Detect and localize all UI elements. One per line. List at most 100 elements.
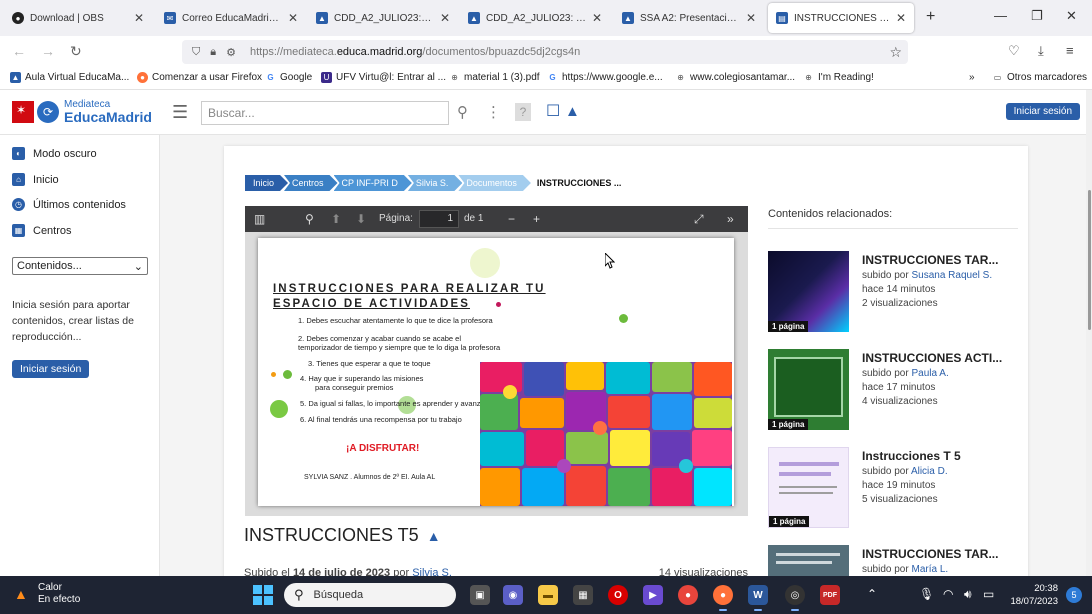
breadcrumb-item[interactable]: Documentos bbox=[458, 175, 531, 191]
related-thumbnail[interactable]: 1 página bbox=[768, 251, 849, 332]
breadcrumb-item[interactable]: Centros bbox=[284, 175, 338, 191]
url-text[interactable]: https://mediateca.educa.madrid.org/docum… bbox=[250, 46, 580, 58]
bookmark-item[interactable]: ● Comenzar a usar Firefox bbox=[137, 72, 262, 83]
sidebar-login-button[interactable]: Iniciar sesión bbox=[12, 360, 90, 378]
back-icon[interactable]: ← bbox=[12, 43, 26, 59]
related-title[interactable]: INSTRUCCIONES TAR... bbox=[862, 253, 1016, 267]
system-clock[interactable]: 20:38 18/07/2023 bbox=[1010, 582, 1058, 608]
scrollbar-thumb[interactable] bbox=[1088, 190, 1091, 330]
other-bookmarks[interactable]: ▭ Otros marcadores bbox=[992, 72, 1087, 83]
browser-tab[interactable]: ● Download | OBS ✕ bbox=[4, 3, 152, 33]
bookmark-item[interactable]: ⊕ material 1 (3).pdf bbox=[449, 72, 540, 83]
sidebar-item-latest[interactable]: ◷ Últimos contenidos bbox=[12, 198, 126, 211]
bookmarks-overflow-icon[interactable]: » bbox=[969, 72, 975, 83]
bookmark-item[interactable]: G Google bbox=[265, 72, 312, 83]
sidebar-item-centers[interactable]: ▦ Centros bbox=[12, 224, 72, 237]
media-player-icon[interactable]: ▶ bbox=[643, 585, 663, 605]
file-explorer-icon[interactable]: ▬ bbox=[538, 585, 558, 605]
volume-icon[interactable]: 🔊︎ bbox=[964, 587, 972, 602]
related-author-link[interactable]: Alicia D. bbox=[911, 466, 948, 477]
help-icon[interactable]: ? bbox=[515, 103, 531, 121]
graduation-cap-icon[interactable]: ▲ bbox=[565, 103, 580, 120]
weather-widget[interactable]: ▲ Calor En efecto bbox=[14, 582, 80, 606]
pdf-reader-icon[interactable]: PDF bbox=[820, 585, 840, 605]
restore-icon[interactable]: ❐ bbox=[1031, 8, 1043, 24]
close-icon[interactable]: ✕ bbox=[592, 11, 602, 25]
presentation-mode-icon[interactable]: ⤢ bbox=[694, 212, 704, 227]
related-item[interactable]: INSTRUCCIONES TAR... subido por María L. bbox=[768, 545, 1018, 576]
teams-chat-icon[interactable]: ◉ bbox=[503, 585, 523, 605]
bookmark-item[interactable]: U UFV Virtu@l: Entrar al ... bbox=[321, 72, 446, 83]
related-title[interactable]: INSTRUCCIONES ACTI... bbox=[862, 351, 1016, 365]
zoom-in-button[interactable]: + bbox=[533, 212, 540, 226]
related-item[interactable]: 1 página INSTRUCCIONES TAR... subido por… bbox=[768, 251, 1018, 335]
close-icon[interactable]: ✕ bbox=[134, 11, 144, 25]
sidebar-item-dark-mode[interactable]: ◐ Modo oscuro bbox=[12, 147, 97, 160]
notification-badge[interactable]: 5 bbox=[1066, 587, 1082, 603]
opera-icon[interactable]: O bbox=[608, 585, 628, 605]
zoom-out-button[interactable]: − bbox=[508, 212, 515, 226]
forward-icon[interactable]: → bbox=[41, 43, 55, 59]
sidebar-item-home[interactable]: ⌂ Inicio bbox=[12, 173, 59, 186]
tools-icon[interactable]: » bbox=[727, 212, 734, 226]
related-author-link[interactable]: Susana Raquel S. bbox=[911, 270, 992, 281]
bookmark-item[interactable]: Ghttps://www.google.e... bbox=[547, 72, 663, 83]
browser-tab[interactable]: ▲ SSA A2: Presentación esp ✕ bbox=[614, 3, 764, 33]
app-menu-icon[interactable]: ≡ bbox=[1066, 43, 1074, 58]
breadcrumb-item[interactable]: Inicio bbox=[245, 175, 288, 191]
related-thumbnail[interactable] bbox=[768, 545, 849, 576]
page-number-input[interactable]: 1 bbox=[419, 210, 459, 228]
bookmark-item[interactable]: ▲ Aula Virtual EducaMa... bbox=[10, 72, 129, 83]
next-page-icon[interactable]: ⬇ bbox=[356, 212, 366, 226]
search-icon[interactable]: ⚲ bbox=[457, 103, 468, 121]
browser-tab[interactable]: ▲ CDD_A2_JULIO23: Entrega ✕ bbox=[308, 3, 458, 33]
close-icon[interactable]: ✕ bbox=[288, 11, 298, 25]
address-bar[interactable]: ⛉ 🔒︎ ⚙ https://mediateca.educa.madrid.or… bbox=[182, 40, 908, 64]
find-icon[interactable]: ⚲ bbox=[305, 212, 314, 226]
minimize-icon[interactable]: — bbox=[994, 8, 1007, 23]
related-thumbnail[interactable]: 1 página bbox=[768, 349, 849, 430]
permissions-icon[interactable]: ⚙ bbox=[226, 46, 236, 59]
show-hidden-icons-icon[interactable]: ⌃ bbox=[867, 587, 877, 601]
new-tab-button[interactable]: + bbox=[926, 8, 935, 26]
breadcrumb-item[interactable]: CP INF-PRI D bbox=[334, 175, 412, 191]
related-title[interactable]: Instrucciones T 5 bbox=[862, 449, 1016, 463]
search-input[interactable] bbox=[201, 101, 449, 125]
store-icon[interactable]: ▦ bbox=[573, 585, 593, 605]
bookmark-star-icon[interactable]: ☆ bbox=[889, 44, 902, 61]
wifi-icon[interactable]: ◠ bbox=[943, 587, 953, 601]
obs-icon[interactable]: ◎ bbox=[785, 585, 805, 611]
related-thumbnail[interactable]: 1 página bbox=[768, 447, 849, 528]
previous-page-icon[interactable]: ⬆ bbox=[331, 212, 341, 226]
login-button[interactable]: Iniciar sesión bbox=[1005, 103, 1080, 120]
related-item[interactable]: 1 página Instrucciones T 5 subido por Al… bbox=[768, 447, 1018, 531]
bookmark-item[interactable]: ⊕ www.colegiosantamar... bbox=[675, 72, 795, 83]
word-icon[interactable]: W bbox=[748, 585, 768, 611]
reload-icon[interactable]: ↻ bbox=[70, 43, 82, 60]
shield-icon[interactable]: ⛉ bbox=[192, 46, 200, 59]
browser-tab[interactable]: ✉ Correo EducaMadrid :: Re ✕ bbox=[156, 3, 306, 33]
chrome-icon[interactable]: ● bbox=[678, 585, 698, 605]
related-author-link[interactable]: Paula A. bbox=[911, 368, 948, 379]
pocket-icon[interactable]: ♡ bbox=[1008, 43, 1020, 59]
firefox-icon[interactable]: ● bbox=[713, 585, 733, 611]
related-author-link[interactable]: María L. bbox=[911, 564, 948, 575]
breadcrumb-item[interactable]: Silvia S. bbox=[408, 175, 463, 191]
battery-icon[interactable]: ▭ bbox=[983, 587, 994, 601]
close-icon[interactable]: ✕ bbox=[440, 11, 450, 25]
bookmark-item[interactable]: ⊕ I'm Reading! bbox=[803, 72, 874, 83]
browser-tab-active[interactable]: ▤ INSTRUCCIONES T5 | Me ✕ bbox=[768, 3, 914, 33]
related-title[interactable]: INSTRUCCIONES TAR... bbox=[862, 547, 1016, 561]
hamburger-menu-icon[interactable]: ☰ bbox=[172, 102, 188, 123]
educamadrid-logo[interactable]: ⟳ Mediateca EducaMadrid bbox=[12, 100, 152, 124]
task-view-icon[interactable]: ▣ bbox=[470, 585, 490, 605]
close-icon[interactable]: ✕ bbox=[746, 11, 756, 25]
pdf-viewer[interactable]: INSTRUCCIONES PARA REALIZAR TU ESPACIO D… bbox=[245, 232, 748, 516]
uploader-link[interactable]: Silvia S. bbox=[412, 567, 452, 576]
square-icon[interactable]: ☐ bbox=[546, 101, 560, 121]
more-options-icon[interactable]: ⋮ bbox=[486, 103, 501, 121]
close-icon[interactable]: ✕ bbox=[896, 11, 906, 25]
close-window-icon[interactable]: ✕ bbox=[1066, 8, 1077, 24]
page-scrollbar[interactable] bbox=[1086, 90, 1092, 576]
microphone-icon[interactable]: 🎙︎ bbox=[919, 587, 934, 601]
